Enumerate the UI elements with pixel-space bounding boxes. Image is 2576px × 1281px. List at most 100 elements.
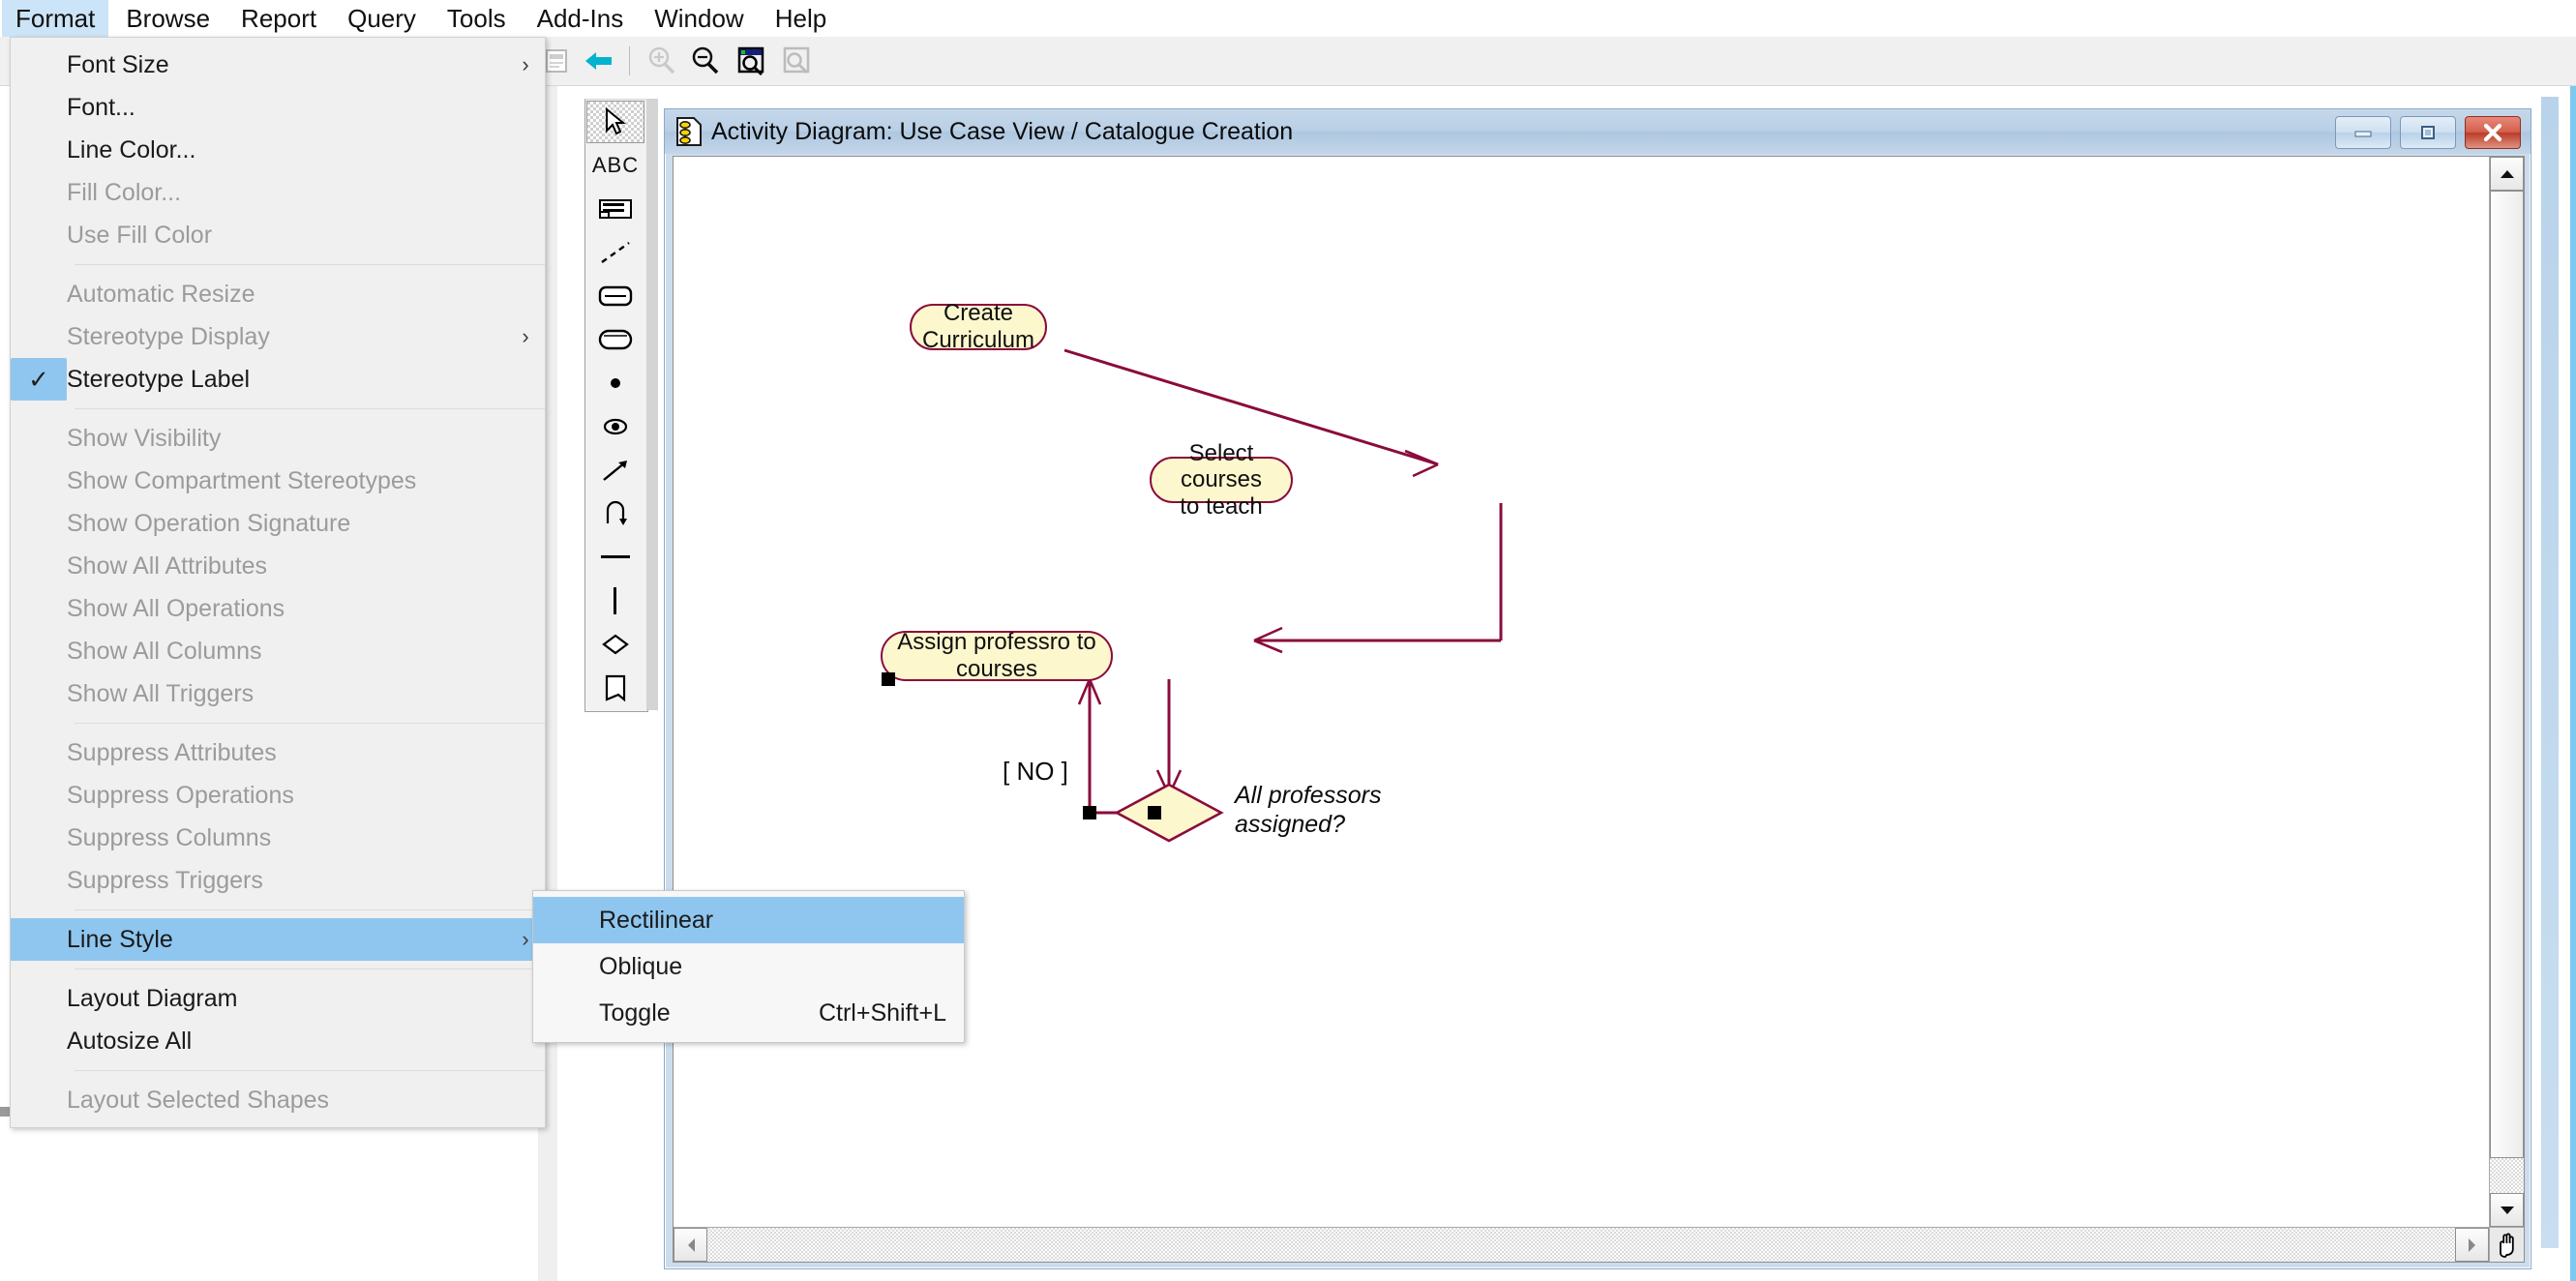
menu-item-label: Use Fill Color [67, 221, 213, 249]
diagram-vertical-scrollbar[interactable] [2489, 157, 2524, 1227]
menu-item-layout-selected-shapes: Layout Selected Shapes [11, 1079, 545, 1121]
menu-item-autosize-all[interactable]: Autosize All [11, 1020, 545, 1062]
minimize-button[interactable] [2335, 116, 2391, 149]
diagram-titlebar[interactable]: Activity Diagram: Use Case View / Catalo… [665, 109, 2531, 154]
menu-item-label: Show All Attributes [67, 551, 268, 580]
menu-item-suppress-triggers: Suppress Triggers [11, 859, 545, 902]
diagram-canvas[interactable]: Create Curriculum Select courses to teac… [674, 157, 2489, 1227]
decision-tool[interactable] [586, 623, 644, 666]
chevron-right-icon: › [522, 324, 529, 348]
menu-item-show-all-operations: Show All Operations [11, 587, 545, 630]
zoom-page-icon[interactable] [778, 43, 815, 79]
start-state-tool[interactable] [586, 362, 644, 404]
submenu-item-label: Toggle [599, 998, 671, 1027]
menu-item-label: Layout Diagram [67, 984, 238, 1012]
diagram-horizontal-scrollbar[interactable] [674, 1227, 2489, 1262]
menu-item-fill-color: Fill Color... [11, 171, 545, 214]
menubar-item-tools[interactable]: Tools [434, 0, 520, 37]
scroll-left-button[interactable] [674, 1228, 707, 1262]
menu-item-label: Show All Triggers [67, 679, 255, 707]
menu-item-label: Suppress Attributes [67, 738, 277, 766]
menu-item-suppress-operations: Suppress Operations [11, 774, 545, 817]
menu-separator [75, 723, 545, 724]
scroll-down-button[interactable] [2490, 1193, 2524, 1227]
diagram-client-area: Create Curriculum Select courses to teac… [673, 156, 2525, 1263]
selection-handle[interactable] [882, 672, 895, 686]
menu-item-label: Suppress Triggers [67, 866, 263, 894]
select-pointer-tool[interactable] [586, 101, 644, 143]
menu-item-label: Line Color... [67, 135, 196, 164]
toolbox-scrollbar[interactable] [646, 99, 658, 710]
menu-item-label: Font Size [67, 50, 169, 78]
scroll-right-button[interactable] [2455, 1228, 2489, 1262]
menu-item-label: Show Compartment Stereotypes [67, 466, 417, 494]
selection-handle[interactable] [1148, 806, 1161, 819]
menu-item-label: Suppress Operations [67, 781, 294, 809]
decision-question-label: All professors assigned? [1235, 782, 1382, 838]
zoom-selection-icon[interactable] [733, 43, 769, 79]
note-tool[interactable] [586, 188, 644, 230]
swimlane-tool[interactable] [586, 667, 644, 709]
selection-handle[interactable] [1083, 806, 1096, 819]
activity-node-create-curriculum[interactable]: Create Curriculum [910, 300, 1047, 353]
activity-node-select-courses[interactable]: Select courses to teach [1150, 440, 1293, 520]
menu-item-label: Suppress Columns [67, 823, 272, 851]
menu-item-layout-diagram[interactable]: Layout Diagram [11, 977, 545, 1020]
activity-node-label: Select courses to teach [1180, 439, 1263, 520]
menubar-item-help[interactable]: Help [762, 0, 840, 37]
submenu-item-oblique[interactable]: Oblique [533, 943, 964, 990]
text-abc-tool[interactable]: ABC [586, 144, 644, 187]
menu-item-show-operation-signature: Show Operation Signature [11, 502, 545, 545]
diagram-title: Activity Diagram: Use Case View / Catalo… [711, 117, 1294, 145]
transition-to-self-tool[interactable] [586, 492, 644, 535]
decision-node-all-professors-assigned[interactable] [1111, 779, 1227, 847]
submenu-item-toggle[interactable]: Toggle Ctrl+Shift+L [533, 990, 964, 1036]
submenu-item-rectilinear[interactable]: Rectilinear [533, 897, 964, 943]
scroll-thumb[interactable] [2490, 191, 2524, 1158]
menu-item-stereotype-label[interactable]: ✓ Stereotype Label [11, 358, 545, 401]
menu-item-use-fill-color: Use Fill Color [11, 214, 545, 256]
restore-button[interactable] [2400, 116, 2456, 149]
menu-item-label: Layout Selected Shapes [67, 1086, 330, 1114]
menu-item-line-color[interactable]: Line Color... [11, 129, 545, 171]
transition-tool[interactable] [586, 449, 644, 492]
menu-item-label: Autosize All [67, 1027, 193, 1055]
horizontal-synchronization-tool[interactable] [586, 536, 644, 579]
end-state-tool[interactable] [586, 405, 644, 448]
menu-item-font[interactable]: Font... [11, 86, 545, 129]
vertical-synchronization-tool[interactable] [586, 580, 644, 622]
zoom-out-icon[interactable] [687, 43, 724, 79]
activity-node-assign-professors[interactable]: Assign professro to courses [881, 629, 1113, 682]
note-anchor-tool[interactable] [586, 231, 644, 274]
state-tool[interactable] [586, 275, 644, 317]
back-arrow-icon[interactable] [581, 43, 617, 79]
pan-hand-cursor-icon[interactable] [2489, 1227, 2524, 1262]
menu-item-line-style[interactable]: Line Style › [11, 918, 545, 961]
menubar-item-format[interactable]: Format [2, 0, 109, 37]
menu-item-label: Fill Color... [67, 178, 182, 206]
close-button[interactable] [2465, 116, 2521, 149]
menubar-item-browse[interactable]: Browse [112, 0, 224, 37]
menu-item-label: Show All Operations [67, 594, 285, 622]
menu-item-show-all-attributes: Show All Attributes [11, 545, 545, 587]
application-root: ABC Activity Diagram: Use Case View / Ca… [0, 0, 2576, 1281]
submenu-item-shortcut: Ctrl+Shift+L [818, 998, 946, 1027]
chevron-right-icon: › [522, 52, 529, 76]
submenu-item-label: Rectilinear [599, 906, 714, 934]
activity-tool[interactable] [586, 318, 644, 361]
menubar-item-window[interactable]: Window [641, 0, 757, 37]
menu-separator [75, 264, 545, 265]
line-style-submenu: Rectilinear Oblique Toggle Ctrl+Shift+L [532, 890, 965, 1043]
zoom-in-icon[interactable] [644, 43, 680, 79]
right-edge-cyan-bar [2570, 85, 2576, 1281]
menubar-item-report[interactable]: Report [227, 0, 330, 37]
window-controls [2335, 116, 2521, 149]
menu-item-font-size[interactable]: Font Size › [11, 44, 545, 86]
scroll-up-button[interactable] [2490, 157, 2524, 191]
scroll-track[interactable] [2490, 191, 2524, 1193]
menu-separator [75, 408, 545, 409]
menubar-item-query[interactable]: Query [334, 0, 430, 37]
guard-label-no: [ NO ] [1003, 757, 1068, 786]
menubar-item-add-ins[interactable]: Add-Ins [524, 0, 638, 37]
check-icon: ✓ [11, 358, 67, 401]
